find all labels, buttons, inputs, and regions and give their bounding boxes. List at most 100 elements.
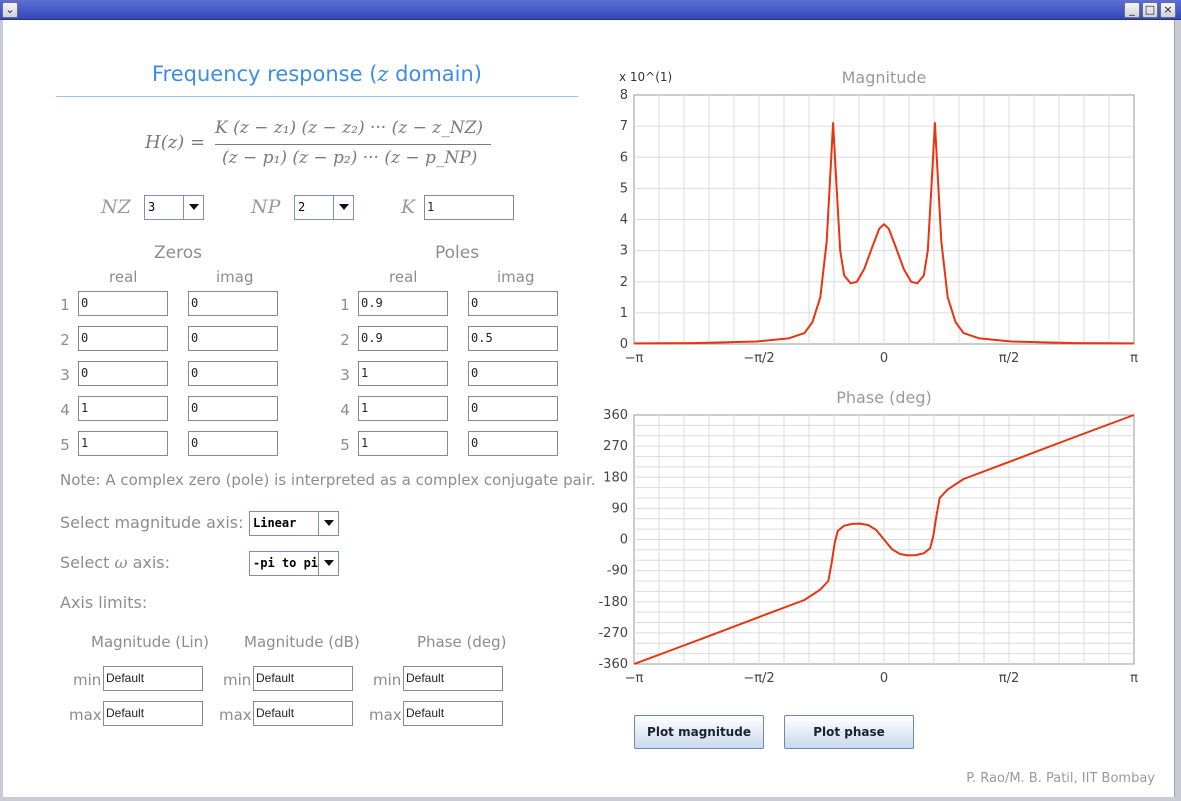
pole-1-real-input[interactable]: 0.9	[358, 291, 448, 316]
plot-phase-button[interactable]: Plot phase	[784, 715, 914, 749]
y-tick-label: 0	[620, 533, 628, 548]
minimize-icon[interactable]: _	[1124, 2, 1140, 18]
zero-2-imag-input[interactable]: 0	[188, 326, 278, 351]
pole-4-imag-input[interactable]: 0	[468, 396, 558, 421]
zero-4-real-input[interactable]: 1	[78, 396, 168, 421]
np-select[interactable]: 2	[294, 195, 354, 220]
zeros-title: Zeros	[154, 243, 202, 263]
series-line	[634, 122, 1134, 345]
np-label: NP	[251, 196, 281, 218]
pole-3-imag-input[interactable]: 0	[468, 361, 558, 386]
credit-text: P. Rao/M. B. Patil, IIT Bombay	[966, 771, 1155, 786]
zero-3-imag-input[interactable]: 0	[188, 361, 278, 386]
maximize-icon[interactable]: □	[1142, 2, 1158, 18]
zero-4-imag-input[interactable]: 0	[188, 396, 278, 421]
mag-db-max-input[interactable]: Default	[253, 701, 353, 726]
magnitude-axis-select[interactable]: Linear	[249, 511, 339, 536]
transfer-function-formula: H(z) = K (z − z₁) (z − z₂) ··· (z − z_NZ…	[140, 112, 500, 176]
y-tick-label: 270	[603, 439, 628, 454]
poles-title: Poles	[435, 243, 480, 263]
x-tick-label: 0	[880, 351, 888, 366]
phase-min-input[interactable]: Default	[403, 666, 503, 691]
zero-5-imag-input[interactable]: 0	[188, 431, 278, 456]
omega-axis-select[interactable]: -pi to pi	[249, 551, 339, 576]
chevron-down-icon[interactable]	[318, 552, 338, 575]
y-tick-label: 90	[611, 501, 628, 516]
y-tick-label: 7	[620, 119, 628, 134]
zero-5-real-input[interactable]: 1	[78, 431, 168, 456]
poles-imag-label: imag	[497, 268, 535, 286]
zero-row-number: 5	[60, 436, 70, 454]
y-tick-label: -270	[598, 626, 628, 641]
chart-title: Phase (deg)	[836, 388, 932, 407]
pole-1-imag-input[interactable]: 0	[468, 291, 558, 316]
mag-db-min-input[interactable]: Default	[253, 666, 353, 691]
phase-chart: 360 270 180 90 0 -90 -180 -270 -360−π −π/2 0 π/2 π Ph…	[598, 388, 1138, 686]
x-tick-label: π	[1130, 351, 1138, 366]
y-tick-label: -180	[598, 595, 628, 610]
zero-3-real-input[interactable]: 0	[78, 361, 168, 386]
formula-lhs: H(z) =	[145, 132, 206, 153]
min-label: min	[223, 671, 252, 689]
pole-5-real-input[interactable]: 1	[358, 431, 448, 456]
x-tick-label: 0	[880, 671, 888, 686]
y-tick-label: -90	[607, 564, 628, 579]
min-label: min	[73, 671, 102, 689]
window-titlebar[interactable]: ⌄ _ □ ×	[0, 0, 1181, 20]
pole-row-number: 3	[340, 366, 350, 384]
zero-1-imag-input[interactable]: 0	[188, 291, 278, 316]
mag-lin-min-input[interactable]: Default	[103, 666, 203, 691]
close-icon[interactable]: ×	[1160, 2, 1176, 18]
series-line	[633, 414, 1135, 665]
nz-select[interactable]: 3	[144, 195, 204, 220]
conjugate-note: Note: A complex zero (pole) is interpret…	[60, 471, 596, 489]
phase-max-input[interactable]: Default	[403, 701, 503, 726]
pole-row-number: 5	[340, 436, 350, 454]
zero-row-number: 4	[60, 401, 70, 419]
zero-row-number: 1	[60, 296, 70, 314]
y-tick-label: 0	[620, 337, 628, 352]
magnitude-axis-label: Select magnitude axis:	[60, 513, 244, 532]
x-tick-label: π/2	[999, 671, 1019, 686]
zero-2-real-input[interactable]: 0	[78, 326, 168, 351]
x-tick-label: −π/2	[743, 671, 774, 686]
chevron-down-icon[interactable]	[318, 512, 338, 535]
phase-column-label: Phase (deg)	[417, 633, 507, 651]
y-tick-label: 360	[603, 408, 628, 423]
k-label: K	[401, 196, 416, 218]
nz-label: NZ	[101, 196, 131, 218]
formula-numerator: K (z − z₁) (z − z₂) ··· (z − z_NZ)	[215, 118, 484, 138]
magnitude-axis-value: Linear	[253, 516, 297, 530]
poles-real-label: real	[389, 268, 418, 286]
zero-1-real-input[interactable]: 0	[78, 291, 168, 316]
max-label: max	[219, 706, 252, 724]
chevron-down-icon[interactable]	[183, 196, 203, 219]
magnitude-chart: 0 1 2 3 4 5 6 7 8 −π −π/2 0 π/2 π Magnitude x 10^(1)	[619, 68, 1138, 366]
pole-4-real-input[interactable]: 1	[358, 396, 448, 421]
x-tick-label: π/2	[999, 351, 1019, 366]
np-value: 2	[298, 200, 306, 214]
plot-frame	[633, 414, 1135, 665]
mag-lin-max-input[interactable]: Default	[103, 701, 203, 726]
chart-title: Magnitude	[842, 68, 927, 87]
x-tick-label: −π	[625, 671, 644, 686]
mag-lin-column-label: Magnitude (Lin)	[91, 633, 209, 651]
zero-row-number: 3	[60, 366, 70, 384]
y-tick-label: 2	[620, 275, 628, 290]
y-tick-label: 4	[620, 213, 628, 228]
chevron-down-icon[interactable]: ⌄	[2, 2, 18, 18]
pole-5-imag-input[interactable]: 0	[468, 431, 558, 456]
zeros-real-label: real	[109, 268, 138, 286]
pole-2-imag-input[interactable]: 0.5	[468, 326, 558, 351]
y-tick-label: 3	[620, 244, 628, 259]
x-tick-label: −π/2	[743, 351, 774, 366]
pole-2-real-input[interactable]: 0.9	[358, 326, 448, 351]
plot-frame	[633, 94, 1135, 345]
k-input[interactable]: 1	[424, 195, 514, 220]
window-frame-right	[1174, 20, 1181, 801]
plot-magnitude-button[interactable]: Plot magnitude	[634, 715, 764, 749]
pole-3-real-input[interactable]: 1	[358, 361, 448, 386]
x-tick-label: π	[1130, 671, 1138, 686]
chevron-down-icon[interactable]	[333, 196, 353, 219]
y-tick-label: 8	[620, 88, 628, 103]
